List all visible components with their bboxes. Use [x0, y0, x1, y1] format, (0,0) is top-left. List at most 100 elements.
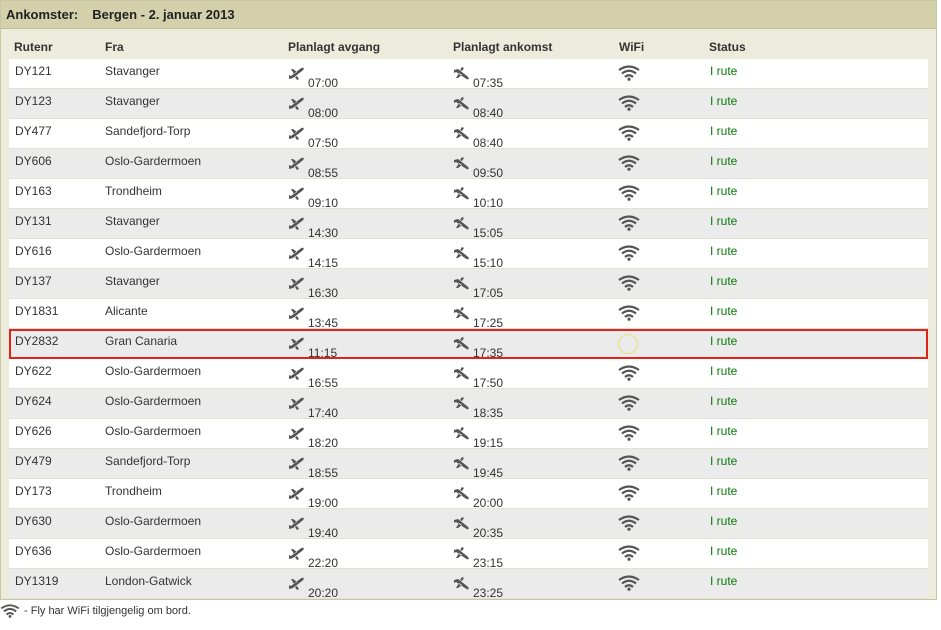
arrival-time: 08:40 [453, 96, 503, 120]
plane-landing-icon [453, 186, 470, 204]
table-row[interactable]: DY624 Oslo-Gardermoen 17:40 18:35 I rute [9, 389, 928, 420]
table-row[interactable]: DY173 Trondheim 19:00 20:00 I rute [9, 479, 928, 510]
plane-takeoff-icon [288, 456, 305, 474]
arrival-time-value: 17:50 [473, 376, 504, 390]
arrival-time: 10:10 [453, 186, 503, 210]
header-wifi: WiFi [619, 40, 645, 54]
plane-landing-icon [453, 576, 470, 594]
arrival-time-value: 23:25 [473, 586, 504, 600]
arrival-time: 19:45 [453, 456, 503, 480]
status-text: I rute [710, 94, 738, 108]
table-row[interactable]: DY137 Stavanger 16:30 17:05 I rute [9, 269, 928, 300]
table-row[interactable]: DY616 Oslo-Gardermoen 14:15 15:10 I rute [9, 239, 928, 270]
departure-time-value: 19:40 [308, 526, 339, 540]
plane-takeoff-icon [288, 246, 305, 264]
departure-time: 18:55 [288, 456, 338, 480]
wifi-icon [618, 245, 640, 261]
arrival-time-value: 20:35 [473, 526, 504, 540]
route-number: DY636 [15, 544, 52, 558]
status-text: I rute [710, 304, 738, 318]
plane-takeoff-icon [288, 486, 305, 504]
table-row[interactable]: DY1831 Alicante 13:45 17:25 I rute [9, 299, 928, 330]
plane-landing-icon [453, 366, 470, 384]
departure-time: 16:30 [288, 276, 338, 300]
title-location: Bergen - 2. januar 2013 [92, 7, 235, 22]
arrival-time: 20:35 [453, 516, 503, 540]
wifi-icon [618, 155, 640, 171]
departure-time-value: 08:55 [308, 166, 339, 180]
origin-city: Oslo-Gardermoen [105, 244, 202, 258]
route-number: DY137 [15, 274, 52, 288]
arrival-time: 19:15 [453, 426, 503, 450]
table-row[interactable]: DY163 Trondheim 09:10 10:10 I rute [9, 179, 928, 210]
wifi-icon [618, 515, 640, 531]
route-number: DY616 [15, 244, 52, 258]
status-text: I rute [710, 364, 738, 378]
wifi-icon [618, 65, 640, 81]
status-text: I rute [710, 394, 738, 408]
wifi-icon [618, 455, 640, 471]
table-row[interactable]: DY479 Sandefjord-Torp 18:55 19:45 I rute [9, 449, 928, 480]
plane-landing-icon [453, 426, 470, 444]
departure-time: 08:55 [288, 156, 338, 180]
plane-takeoff-icon [288, 66, 305, 84]
departure-time-value: 19:00 [308, 496, 339, 510]
route-number: DY626 [15, 424, 52, 438]
departure-time: 14:30 [288, 216, 338, 240]
status-text: I rute [710, 424, 738, 438]
status-text: I rute [710, 124, 738, 138]
plane-landing-icon [453, 96, 470, 114]
plane-takeoff-icon [288, 186, 305, 204]
departure-time: 07:00 [288, 66, 338, 90]
flights-table: DY121 Stavanger 07:00 07:35 I rute DY123 Stava… [9, 59, 928, 600]
header-from: Fra [105, 40, 124, 54]
table-row[interactable]: DY626 Oslo-Gardermoen 18:20 19:15 I rute [9, 419, 928, 450]
wifi-icon [618, 395, 640, 411]
arrival-time: 18:35 [453, 396, 503, 420]
departure-time: 08:00 [288, 96, 338, 120]
plane-takeoff-icon [288, 576, 305, 594]
arrival-time-value: 08:40 [473, 136, 504, 150]
departure-time: 18:20 [288, 426, 338, 450]
departure-time-value: 22:20 [308, 556, 339, 570]
departure-time-value: 09:10 [308, 196, 339, 210]
status-text: I rute [710, 154, 738, 168]
table-row[interactable]: DY622 Oslo-Gardermoen 16:55 17:50 I rute [9, 359, 928, 390]
table-row[interactable]: DY1319 London-Gatwick 20:20 23:25 I rute [9, 569, 928, 600]
plane-takeoff-icon [288, 546, 305, 564]
departure-time-value: 07:50 [308, 136, 339, 150]
wifi-icon [618, 185, 640, 201]
plane-takeoff-icon [288, 336, 305, 354]
plane-landing-icon [453, 246, 470, 264]
status-text: I rute [710, 244, 738, 258]
route-number: DY477 [15, 124, 52, 138]
table-row[interactable]: DY123 Stavanger 08:00 08:40 I rute [9, 89, 928, 120]
table-row[interactable]: DY2832 Gran Canaria 11:15 17:35 I rute [9, 329, 928, 360]
route-number: DY163 [15, 184, 52, 198]
header-status: Status [709, 40, 746, 54]
arrival-time-value: 23:15 [473, 556, 504, 570]
table-row[interactable]: DY121 Stavanger 07:00 07:35 I rute [9, 59, 928, 90]
origin-city: Gran Canaria [105, 334, 178, 348]
table-row[interactable]: DY606 Oslo-Gardermoen 08:55 09:50 I rute [9, 149, 928, 180]
route-number: DY123 [15, 94, 52, 108]
plane-landing-icon [453, 516, 470, 534]
departure-time-value: 08:00 [308, 106, 339, 120]
wifi-icon [618, 545, 640, 561]
origin-city: Stavanger [105, 64, 160, 78]
header-route: Rutenr [14, 40, 53, 54]
table-row[interactable]: DY131 Stavanger 14:30 15:05 I rute [9, 209, 928, 240]
table-row[interactable]: DY630 Oslo-Gardermoen 19:40 20:35 I rute [9, 509, 928, 540]
departure-time-value: 16:55 [308, 376, 339, 390]
plane-takeoff-icon [288, 276, 305, 294]
departure-time: 16:55 [288, 366, 338, 390]
status-text: I rute [710, 514, 738, 528]
departure-time: 19:40 [288, 516, 338, 540]
title-bar: Ankomster: Bergen - 2. januar 2013 [1, 1, 936, 29]
arrival-time-value: 07:35 [473, 76, 504, 90]
plane-landing-icon [453, 216, 470, 234]
arrival-time: 17:35 [453, 336, 503, 360]
table-row[interactable]: DY636 Oslo-Gardermoen 22:20 23:15 I rute [9, 539, 928, 570]
table-row[interactable]: DY477 Sandefjord-Torp 07:50 08:40 I rute [9, 119, 928, 150]
arrivals-panel: Ankomster: Bergen - 2. januar 2013 Ruten… [0, 0, 937, 600]
